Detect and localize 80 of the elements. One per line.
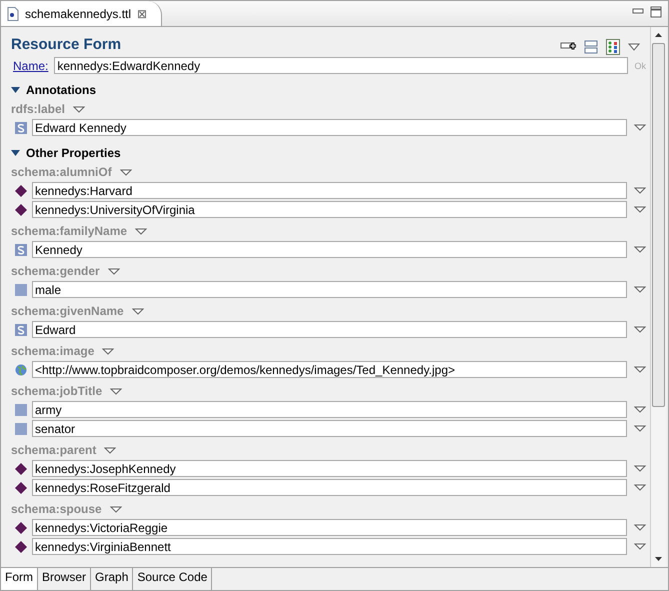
value-field[interactable]: male xyxy=(32,281,627,298)
dropdown-icon[interactable] xyxy=(634,465,646,472)
diamond-icon xyxy=(15,462,27,474)
string-icon xyxy=(15,122,27,134)
view-tab[interactable]: Form xyxy=(1,568,38,590)
square-icon xyxy=(15,422,27,434)
string-icon xyxy=(15,244,27,256)
property-label: schema:givenName xyxy=(11,304,124,318)
value-field[interactable]: army xyxy=(32,401,627,418)
dropdown-icon[interactable] xyxy=(634,366,646,373)
value-field[interactable]: kennedys:Harvard xyxy=(32,182,627,199)
dropdown-icon[interactable] xyxy=(634,524,646,531)
dropdown-icon[interactable] xyxy=(628,43,640,51)
dropdown-icon[interactable] xyxy=(634,187,646,194)
square-icon xyxy=(15,284,27,296)
diamond-icon xyxy=(15,184,27,196)
view-tab[interactable]: Graph xyxy=(91,568,134,590)
square-icon xyxy=(15,404,27,416)
scroll-up-icon[interactable] xyxy=(655,33,662,37)
property-label: schema:gender xyxy=(11,264,100,278)
value-field[interactable]: Edward xyxy=(32,321,627,338)
dropdown-icon[interactable] xyxy=(102,348,114,354)
dropdown-icon[interactable] xyxy=(108,268,120,274)
property-label: schema:alumniOf xyxy=(11,165,112,179)
dropdown-icon[interactable] xyxy=(110,506,122,512)
property-label: schema:image xyxy=(11,344,94,358)
dropdown-icon[interactable] xyxy=(634,406,646,413)
view-tab[interactable]: Source Code xyxy=(133,568,212,590)
value-field[interactable]: kennedys:JosephKennedy xyxy=(32,460,627,477)
property-label: schema:parent xyxy=(11,443,96,457)
property-label: schema:spouse xyxy=(11,502,102,516)
property-label: schema:jobTitle xyxy=(11,384,102,398)
value-field[interactable]: Edward Kennedy xyxy=(32,119,627,136)
dropdown-icon[interactable] xyxy=(110,388,122,394)
dropdown-icon[interactable] xyxy=(104,446,116,454)
dropdown-icon[interactable] xyxy=(135,228,148,234)
value-field[interactable]: Kennedy xyxy=(32,241,627,258)
dropdown-icon[interactable] xyxy=(634,543,646,550)
rows-icon[interactable] xyxy=(584,40,598,54)
globe-icon xyxy=(15,364,27,376)
dropdown-icon[interactable] xyxy=(634,286,646,293)
dropdown-icon[interactable] xyxy=(120,168,132,176)
diamond-icon xyxy=(15,482,27,494)
expand-icon[interactable] xyxy=(11,86,20,92)
value-field[interactable]: <http://www.topbraidcomposer.org/demos/kennedys/images/Ted_Kennedy.jpg> xyxy=(32,361,627,378)
grid-icon[interactable] xyxy=(606,39,620,55)
expand-icon[interactable] xyxy=(11,150,20,156)
value-field[interactable]: senator xyxy=(32,420,627,437)
scroll-down-icon[interactable] xyxy=(655,557,662,561)
dropdown-icon[interactable] xyxy=(634,246,646,253)
name-link[interactable]: Name: xyxy=(13,58,48,72)
property-label: schema:familyName xyxy=(11,224,128,238)
editor-tab[interactable]: schemakennedys.ttl ⊠ xyxy=(1,1,162,26)
string-icon xyxy=(15,324,27,336)
value-field[interactable]: kennedys:RoseFitzgerald xyxy=(32,479,627,496)
section-title[interactable]: Other Properties xyxy=(26,146,121,160)
value-field[interactable]: kennedys:UniversityOfVirginia xyxy=(32,201,627,218)
name-field[interactable]: kennedys:EdwardKennedy xyxy=(54,57,628,74)
scroll-thumb[interactable] xyxy=(652,43,665,407)
dropdown-icon[interactable] xyxy=(634,326,646,333)
close-icon[interactable]: ⊠ xyxy=(137,6,148,20)
dropdown-icon[interactable] xyxy=(634,484,646,491)
dropdown-icon[interactable] xyxy=(634,124,646,131)
diamond-icon xyxy=(15,522,27,534)
dropdown-icon[interactable] xyxy=(634,425,646,432)
property-label: rdfs:label xyxy=(11,102,66,116)
diamond-icon xyxy=(15,540,27,552)
maximize-icon[interactable] xyxy=(650,6,662,18)
value-field[interactable]: kennedys:VirginiaBennett xyxy=(32,538,627,555)
file-icon xyxy=(7,6,19,20)
dropdown-icon[interactable] xyxy=(73,106,86,112)
view-tab[interactable]: Browser xyxy=(38,568,92,590)
value-field[interactable]: kennedys:VictoriaReggie xyxy=(32,519,627,536)
form-title: Resource Form xyxy=(11,36,122,52)
dropdown-icon[interactable] xyxy=(634,206,646,213)
dropdown-icon[interactable] xyxy=(132,308,144,314)
minimize-icon[interactable] xyxy=(632,6,644,16)
diamond-icon xyxy=(15,204,27,216)
scrollbar[interactable] xyxy=(650,27,666,567)
section-title[interactable]: Annotations xyxy=(26,82,96,96)
